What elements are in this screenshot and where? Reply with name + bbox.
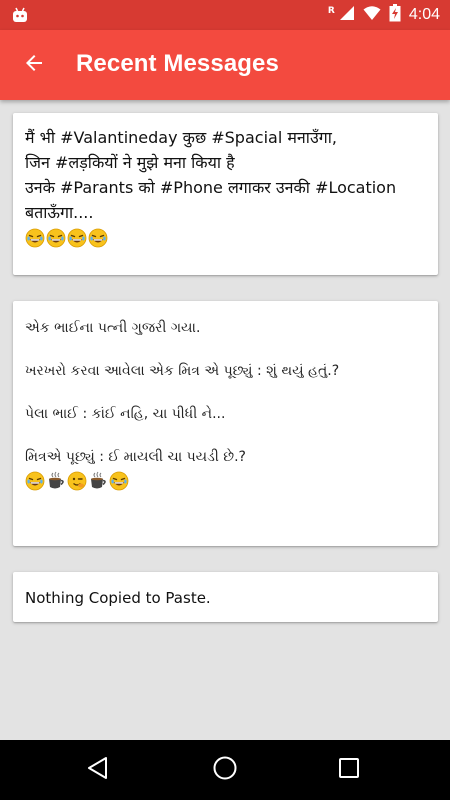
winking-emoji-icon [67, 471, 87, 491]
emoji-row [25, 227, 426, 249]
arrow-back-icon [22, 51, 46, 79]
message-line: जिन #लड़कियों ने मुझे मना किया है [25, 153, 235, 172]
message-card[interactable]: मैं भी #Valantineday कुछ #Spacial मनाउँग… [13, 113, 438, 275]
laughing-emoji-icon [88, 228, 108, 248]
message-line: Nothing Copied to Paste. [25, 589, 211, 607]
page-title: Recent Messages [76, 50, 279, 77]
status-bar: R 4:04 [0, 0, 450, 30]
laughing-emoji-icon [67, 228, 87, 248]
laughing-emoji-icon [25, 471, 45, 491]
battery-charging-icon [389, 4, 401, 26]
laughing-emoji-icon [25, 228, 45, 248]
navigation-bar [0, 740, 450, 800]
app-bar: Recent Messages [0, 30, 450, 100]
emoji-row [25, 470, 426, 492]
nav-home-button[interactable] [203, 750, 247, 790]
hot-beverage-emoji-icon [88, 471, 108, 491]
nav-recents-button[interactable] [327, 750, 371, 790]
message-line: એક ભાઈના પત્ની ગુજરી ગયા. [25, 320, 201, 336]
back-button[interactable] [14, 46, 54, 84]
message-line: પેલા ભાઈ : કાંઈ નહિ, ચા પીધી ને... [25, 406, 226, 422]
nav-back-button[interactable] [76, 750, 120, 790]
status-time: 4:04 [408, 6, 440, 23]
roaming-indicator: R [327, 6, 335, 16]
message-card[interactable]: એક ભાઈના પત્ની ગુજરી ગયા. ખરખરો કરવા આવે… [13, 301, 438, 546]
wifi-icon [363, 5, 381, 25]
message-line: उनके #Parants को #Phone लगाकर उनकी #Loca… [25, 178, 397, 197]
message-line: बताऊँगा.... [25, 203, 94, 222]
back-triangle-icon [87, 756, 109, 784]
home-circle-icon [212, 755, 238, 785]
hot-beverage-emoji-icon [46, 471, 66, 491]
message-line: ખરખરો કરવા આવેલા એક મિત્ર એ પૂછ્યું : શુ… [25, 363, 340, 379]
laughing-emoji-icon [46, 228, 66, 248]
signal-icon [339, 5, 355, 25]
message-list: मैं भी #Valantineday कुछ #Spacial मनाउँग… [0, 100, 450, 740]
message-line: મિત્રએ પૂછ્યું : ઈ માયલી ચા પયડી છે.? [25, 449, 246, 465]
android-debug-icon [12, 7, 28, 27]
laughing-emoji-icon [109, 471, 129, 491]
message-card[interactable]: Nothing Copied to Paste. [13, 572, 438, 622]
message-line: मैं भी #Valantineday कुछ #Spacial मनाउँग… [25, 128, 337, 147]
recents-square-icon [338, 757, 360, 783]
